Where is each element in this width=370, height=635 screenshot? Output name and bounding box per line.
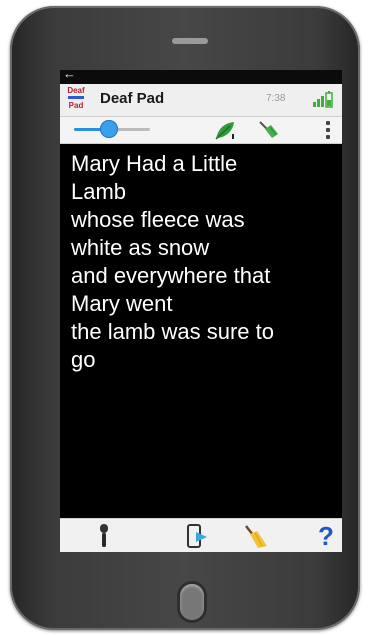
home-button[interactable] (180, 584, 204, 620)
app-logo-icon: Deaf Pad (63, 86, 89, 112)
signal-battery-icon (313, 91, 333, 108)
app-title: Deaf Pad (100, 90, 165, 107)
top-strip: ← (60, 70, 342, 84)
help-label: ? (318, 521, 334, 551)
overflow-menu-icon[interactable] (324, 121, 332, 141)
menu-dot (326, 121, 330, 125)
help-icon[interactable]: ? (312, 522, 340, 550)
broom-icon[interactable] (256, 119, 282, 141)
app-screen: ← Deaf Pad Deaf Pad 7:38 Mary Had a Litt… (60, 70, 342, 552)
tablet-frame: ← Deaf Pad Deaf Pad 7:38 Mary Had a Litt… (10, 6, 360, 630)
back-arrow-icon[interactable]: ← (63, 70, 76, 81)
status-time: 7:38 (266, 93, 286, 104)
font-size-slider[interactable] (74, 117, 150, 143)
leaf-icon[interactable] (212, 119, 238, 141)
document-text: Mary Had a Little Lamb whose fleece was … (71, 151, 274, 372)
eraser-icon[interactable] (240, 522, 268, 550)
app-bar: Deaf Pad Deaf Pad 7:38 (60, 84, 342, 116)
app-logo-bottom-text: Pad (68, 101, 84, 110)
text-area[interactable]: Mary Had a Little Lamb whose fleece was … (60, 144, 342, 518)
app-logo-stripe (68, 96, 84, 99)
transfer-icon[interactable] (182, 522, 210, 550)
menu-dot (326, 135, 330, 139)
microphone-icon[interactable] (90, 522, 118, 550)
toolbar (60, 116, 342, 144)
bottom-toolbar: ? (60, 518, 342, 552)
slider-thumb[interactable] (100, 120, 118, 138)
menu-dot (326, 128, 330, 132)
app-logo-top-text: Deaf (67, 86, 85, 95)
speaker-grille (172, 38, 208, 44)
